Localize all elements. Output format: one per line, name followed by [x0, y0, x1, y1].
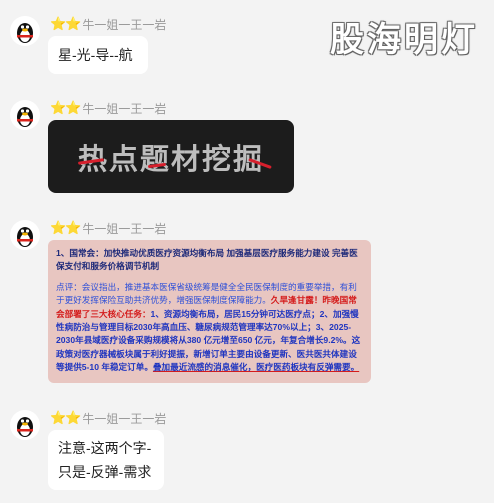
- sender-name[interactable]: 牛一姐一王一岩: [82, 16, 166, 33]
- avatar[interactable]: [10, 220, 40, 250]
- sender-name[interactable]: 牛一姐一王一岩: [82, 410, 166, 427]
- penguin-icon: [17, 23, 33, 43]
- sender-name[interactable]: 牛一姐一王一岩: [82, 220, 166, 237]
- news-title: 1、国常会：加快推动优质医疗资源均衡布局 加强基层医疗服务能力建设 完善医保支付…: [56, 248, 358, 272]
- news-image-message[interactable]: 1、国常会：加快推动优质医疗资源均衡布局 加强基层医疗服务能力建设 完善医保支付…: [48, 240, 371, 383]
- star-icon: ⭐⭐: [50, 100, 81, 115]
- sender-row: ⭐⭐ 牛一姐一王一岩: [50, 220, 166, 236]
- star-icon: ⭐⭐: [50, 220, 81, 235]
- news-body: 点评：会议指出，推进基本医保省级统筹是健全全民医保制度的重要举措，有利于更好发挥…: [56, 281, 363, 375]
- message-line: 只是-反弹-需求: [58, 464, 152, 480]
- sender-name[interactable]: 牛一姐一王一岩: [82, 100, 166, 117]
- avatar[interactable]: [10, 16, 40, 46]
- message-bubble[interactable]: 注意-这两个字- 只是-反弹-需求: [48, 430, 164, 490]
- star-icon: ⭐⭐: [50, 16, 81, 31]
- comment-label: 点评：: [56, 281, 82, 292]
- message-text: 星-光-导--航: [58, 47, 133, 63]
- avatar[interactable]: [10, 100, 40, 130]
- star-icon: ⭐⭐: [50, 410, 81, 425]
- image-title: 热点题材挖掘: [77, 141, 264, 176]
- sender-row: ⭐⭐ 牛一姐一王一岩: [50, 16, 166, 32]
- avatar[interactable]: [10, 410, 40, 440]
- message-bubble[interactable]: 星-光-导--航: [48, 36, 148, 74]
- message-line: 注意-这两个字-: [58, 440, 152, 456]
- penguin-icon: [17, 227, 33, 247]
- sender-row: ⭐⭐ 牛一姐一王一岩: [50, 100, 166, 116]
- conclusion-text: 叠加最近流感的消息催化，医疗医药板块有反弹需要。: [152, 362, 360, 373]
- sender-row: ⭐⭐ 牛一姐一王一岩: [50, 410, 166, 426]
- penguin-icon: [17, 107, 33, 127]
- watermark-logo: 股海明灯: [330, 20, 478, 60]
- image-message[interactable]: 热点题材挖掘: [48, 120, 294, 193]
- penguin-icon: [17, 417, 33, 437]
